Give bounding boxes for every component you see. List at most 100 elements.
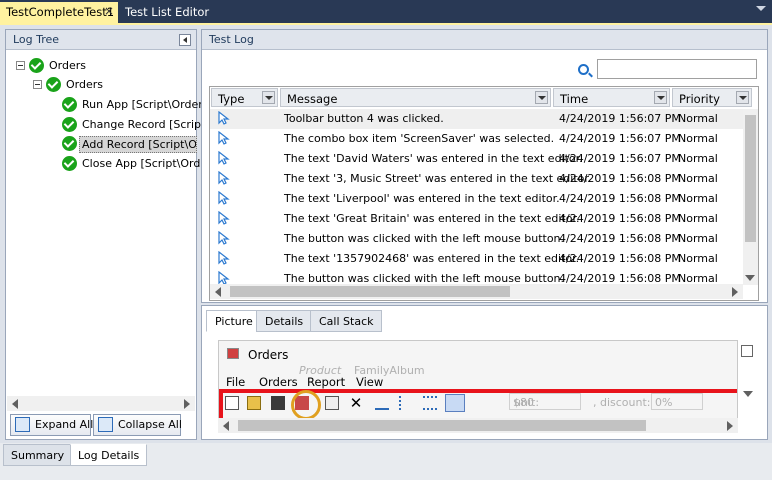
tab-log-details[interactable]: Log Details xyxy=(70,444,148,466)
scroll-right-icon[interactable] xyxy=(184,399,190,409)
column-header-priority[interactable]: Priority xyxy=(672,88,752,107)
cell-priority: Normal xyxy=(678,252,718,265)
view-list-icon xyxy=(399,396,413,410)
tab-testcompletetest1[interactable]: TestCompleteTest1 × xyxy=(0,2,118,23)
tab-list-dropdown-icon[interactable] xyxy=(756,6,766,11)
cell-priority: Normal xyxy=(678,232,718,245)
button-label: Expand All xyxy=(35,418,94,431)
tree-horizontal-scrollbar[interactable] xyxy=(7,396,195,411)
scroll-right-icon[interactable] xyxy=(727,421,733,431)
cell-time: 4/24/2019 1:56:08 PM xyxy=(559,252,681,265)
table-row[interactable]: The text '3, Music Street' was entered i… xyxy=(210,169,745,189)
cell-priority: Normal xyxy=(678,132,718,145)
tree-node-change-record[interactable]: Change Record [Script\( xyxy=(14,116,213,134)
tab-picture[interactable]: Picture xyxy=(206,310,262,332)
tab-label: Details xyxy=(265,315,304,328)
scroll-thumb[interactable] xyxy=(745,115,756,242)
test-log-panel: Test Log Type Message Time Priority Tool… xyxy=(201,29,768,303)
click-indicator xyxy=(291,390,321,419)
collapse-panel-icon[interactable] xyxy=(179,34,191,46)
menu-report: Report xyxy=(307,375,346,389)
menu-view: View xyxy=(356,375,384,389)
tab-test-list-editor[interactable]: Test List Editor xyxy=(119,2,229,23)
scroll-left-icon[interactable] xyxy=(215,287,221,297)
cell-priority: Normal xyxy=(678,152,718,165)
column-label: Priority xyxy=(679,92,720,106)
cell-priority: Normal xyxy=(678,112,718,125)
tab-details[interactable]: Details xyxy=(256,310,313,332)
picture-horizontal-scrollbar[interactable] xyxy=(218,418,738,433)
mouse-pointer-icon xyxy=(218,171,230,185)
tree-node-close-app[interactable]: Close App [Script\Order xyxy=(14,155,212,173)
details-panel: Picture Details Call Stack Orders Produc… xyxy=(201,305,768,440)
column-header-message[interactable]: Message xyxy=(280,88,551,107)
cell-priority: Normal xyxy=(678,192,718,205)
bottom-tab-bar: Summary Log Details xyxy=(0,443,772,480)
scroll-right-icon[interactable] xyxy=(732,287,738,297)
cell-time: 4/24/2019 1:56:08 PM xyxy=(559,192,681,205)
grid-horizontal-scrollbar[interactable] xyxy=(210,284,743,299)
table-row[interactable]: The button was clicked with the left mou… xyxy=(210,229,745,249)
passed-check-icon xyxy=(46,77,61,92)
cell-time: 4/24/2019 1:56:07 PM xyxy=(559,132,681,145)
search-input[interactable] xyxy=(597,59,757,79)
window-title: Orders xyxy=(248,348,289,362)
cell-message: The text 'Great Britain' was entered in … xyxy=(284,212,580,225)
column-header-type[interactable]: Type xyxy=(211,88,278,107)
tree-node-orders[interactable]: Orders xyxy=(14,76,184,94)
tree-node-add-record[interactable]: Add Record [Script\Orde xyxy=(14,135,197,153)
scroll-thumb[interactable] xyxy=(230,286,510,297)
menu-orders: Orders xyxy=(259,375,298,389)
collapse-all-button[interactable]: Collapse All xyxy=(93,414,182,436)
tab-label: Test List Editor xyxy=(125,5,210,19)
table-row[interactable]: Toolbar button 4 was clicked. 4/24/2019 1… xyxy=(210,109,745,129)
save-icon xyxy=(271,396,285,410)
scroll-left-icon[interactable] xyxy=(12,399,18,409)
search-icon[interactable] xyxy=(578,64,589,75)
column-filter-dropdown-icon[interactable] xyxy=(262,91,275,104)
tree-node-label: Close App [Script\Order xyxy=(82,157,212,170)
table-row[interactable]: The text 'David Waters' was entered in t… xyxy=(210,149,745,169)
expand-all-icon xyxy=(15,417,30,432)
cell-message: The text '3, Music Street' was entered i… xyxy=(284,172,592,185)
cell-time: 4/24/2019 1:56:08 PM xyxy=(559,232,681,245)
table-row[interactable]: The text 'Great Britain' was entered in … xyxy=(210,209,745,229)
table-row[interactable]: The combo box item 'ScreenSaver' was sel… xyxy=(210,129,745,149)
grid-vertical-scrollbar[interactable] xyxy=(743,109,758,285)
collapse-node-icon[interactable] xyxy=(33,80,42,89)
mouse-pointer-icon xyxy=(218,111,230,125)
delete-icon: ✕ xyxy=(349,394,363,412)
expand-all-button[interactable]: Expand All xyxy=(10,414,94,436)
cell-message: The text 'David Waters' was entered in t… xyxy=(284,152,583,165)
cell-time: 4/24/2019 1:56:08 PM xyxy=(559,212,681,225)
tree-node-label: Orders xyxy=(49,59,86,72)
column-header-time[interactable]: Time xyxy=(553,88,670,107)
scroll-thumb[interactable] xyxy=(238,420,646,431)
tree-node-label: Change Record [Script\( xyxy=(82,118,214,131)
close-icon[interactable]: × xyxy=(104,4,114,18)
tree-node-run-app[interactable]: Run App [Script\Orders_ xyxy=(14,96,214,114)
tab-label: TestCompleteTest1 xyxy=(6,5,115,19)
tree-node-label-selected: Add Record [Script\Orde xyxy=(79,136,197,153)
scroll-down-icon[interactable] xyxy=(743,391,753,397)
scroll-left-icon[interactable] xyxy=(223,421,229,431)
collapse-node-icon[interactable] xyxy=(16,61,25,70)
panel-title: Test Log xyxy=(209,33,254,46)
column-filter-dropdown-icon[interactable] xyxy=(654,91,667,104)
tab-call-stack[interactable]: Call Stack xyxy=(310,310,383,332)
cell-priority: Normal xyxy=(678,172,718,185)
column-filter-dropdown-icon[interactable] xyxy=(736,91,749,104)
tab-summary[interactable]: Summary xyxy=(3,444,73,466)
captured-screenshot: Orders Product FamilyAlbum unit: $80 , d… xyxy=(218,340,738,420)
document-tab-bar: TestCompleteTest1 × Test List Editor xyxy=(0,0,772,23)
tree-node-orders-root[interactable]: Orders xyxy=(14,57,184,75)
scroll-down-icon[interactable] xyxy=(745,275,755,281)
tree-node-label: Run App [Script\Orders_ xyxy=(82,98,214,111)
collapse-all-icon xyxy=(98,417,113,432)
table-row[interactable]: The text '1357902468' was entered in the… xyxy=(210,249,745,269)
passed-check-icon xyxy=(62,97,77,112)
tree-node-label: Orders xyxy=(66,78,103,91)
mouse-pointer-icon xyxy=(218,151,230,165)
table-row[interactable]: The text 'Liverpool' was entered in the … xyxy=(210,189,745,209)
column-filter-dropdown-icon[interactable] xyxy=(535,91,548,104)
